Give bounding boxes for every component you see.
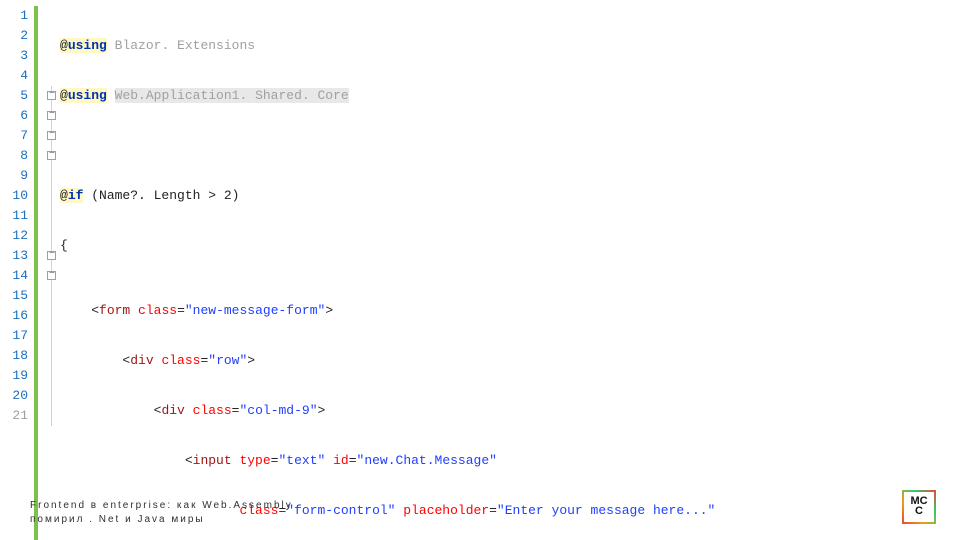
code-line: <div class="col-md-9"> — [60, 401, 960, 421]
line-number: 6 — [6, 106, 32, 126]
line-number: 20 — [6, 386, 32, 406]
line-number: 14 — [6, 266, 32, 286]
line-number: 16 — [6, 306, 32, 326]
code-line: <input type="text" id="new.Chat.Message" — [60, 451, 960, 471]
footer-line: помирил . Net и Java миры — [30, 513, 293, 527]
line-number: 19 — [6, 366, 32, 386]
code-line: { — [60, 236, 960, 256]
line-number: 11 — [6, 206, 32, 226]
line-number: 13 — [6, 246, 32, 266]
line-number: 15 — [6, 286, 32, 306]
line-number: 18 — [6, 346, 32, 366]
code-line: <form class="new-message-form"> — [60, 301, 960, 321]
code-editor: 1 2 3 4 5 6 7 8 9 10 11 12 13 14 15 16 1… — [0, 0, 960, 540]
fold-toggle-icon[interactable] — [47, 131, 56, 140]
slide-footer: Frontend в enterprise: как Web.Assembly … — [30, 499, 293, 526]
code-line: @using Web.Application1. Shared. Core — [60, 86, 960, 106]
line-number: 17 — [6, 326, 32, 346]
code-line: <div class="row"> — [60, 351, 960, 371]
fold-toggle-icon[interactable] — [47, 111, 56, 120]
line-number: 4 — [6, 66, 32, 86]
logo-text-bottom: C — [915, 507, 923, 517]
line-number: 5 — [6, 86, 32, 106]
code-line — [60, 136, 960, 156]
line-number: 9 — [6, 166, 32, 186]
line-number: 7 — [6, 126, 32, 146]
fold-toggle-icon[interactable] — [47, 251, 56, 260]
code-line: @using Blazor. Extensions — [60, 36, 960, 56]
line-number: 8 — [6, 146, 32, 166]
fold-gutter — [44, 6, 60, 540]
code-line: @if (Name?. Length > 2) — [60, 186, 960, 206]
line-number-gutter: 1 2 3 4 5 6 7 8 9 10 11 12 13 14 15 16 1… — [6, 6, 32, 540]
line-number: 3 — [6, 46, 32, 66]
mcc-logo: MC C — [902, 490, 936, 524]
fold-toggle-icon[interactable] — [47, 271, 56, 280]
vcs-change-bar — [34, 6, 38, 540]
code-area[interactable]: @using Blazor. Extensions @using Web.App… — [60, 6, 960, 540]
line-number: 1 — [6, 6, 32, 26]
line-number: 10 — [6, 186, 32, 206]
line-number: 12 — [6, 226, 32, 246]
line-number: 21 — [6, 406, 32, 426]
footer-line: Frontend в enterprise: как Web.Assembly — [30, 499, 293, 513]
fold-toggle-icon[interactable] — [47, 91, 56, 100]
line-number: 2 — [6, 26, 32, 46]
fold-toggle-icon[interactable] — [47, 151, 56, 160]
